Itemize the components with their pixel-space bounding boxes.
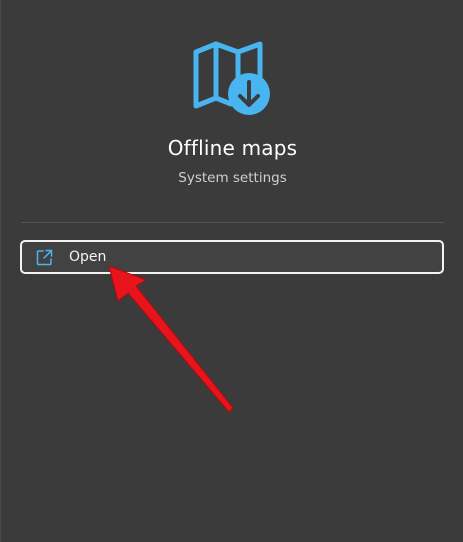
search-result-panel: Offline maps System settings Open — [0, 0, 463, 542]
app-title: Offline maps — [167, 136, 298, 160]
app-subtitle: System settings — [178, 170, 287, 186]
red-arrow-pointer — [108, 265, 234, 413]
offline-map-download-icon — [193, 41, 270, 115]
open-external-icon — [36, 249, 53, 266]
divider — [21, 222, 444, 223]
